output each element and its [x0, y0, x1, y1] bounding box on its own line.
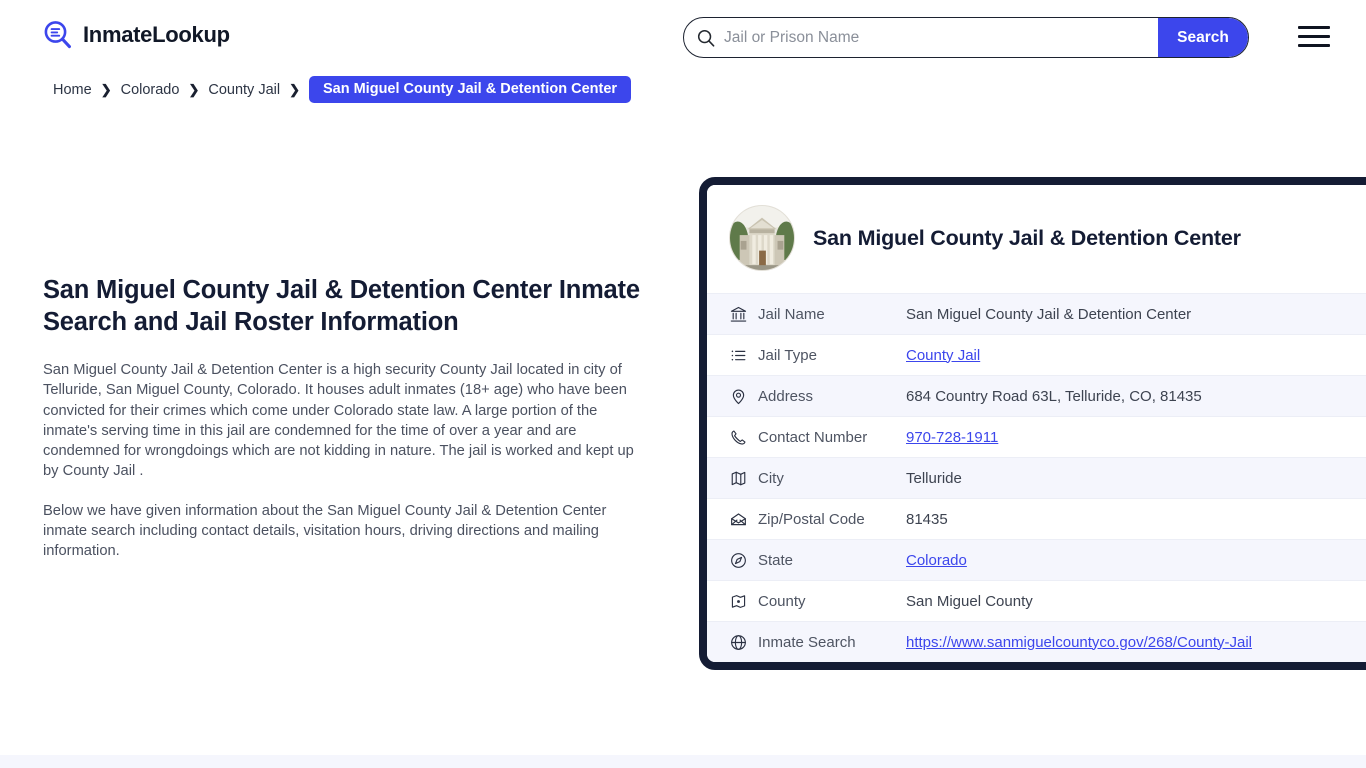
brand-name: InmateLookup: [83, 22, 230, 47]
hamburger-menu-icon[interactable]: [1298, 23, 1330, 49]
intro-paragraph-1: San Miguel County Jail & Detention Cente…: [43, 362, 634, 479]
table-row: Address 684 Country Road 63L, Telluride,…: [707, 375, 1366, 416]
table-row: Inmate Search https://www.sanmiguelcount…: [707, 621, 1366, 662]
brand-logo-link[interactable]: InmateLookup: [42, 19, 230, 51]
intro-paragraph-2: Below we have given information about th…: [43, 503, 607, 560]
bottom-strip: [0, 755, 1366, 768]
row-label: State: [758, 551, 794, 569]
row-value: San Miguel County: [906, 592, 1033, 610]
hamburger-bar: [1298, 34, 1330, 38]
envelope-icon: [729, 510, 748, 529]
row-value: Colorado: [906, 552, 1366, 569]
row-label: Zip/Postal Code: [758, 510, 865, 528]
row-label: City: [758, 469, 784, 487]
hamburger-bar: [1298, 43, 1330, 47]
hamburger-bar: [1298, 25, 1330, 29]
search-bar[interactable]: Search: [683, 17, 1249, 58]
row-value: 81435: [906, 510, 948, 528]
breadcrumb-item-current[interactable]: San Miguel County Jail & Detention Cente…: [308, 76, 632, 103]
contact-number-link[interactable]: 970-728-1911: [906, 429, 998, 446]
breadcrumb-item-home[interactable]: Home: [53, 82, 92, 98]
row-value: San Miguel County Jail & Detention Cente…: [906, 305, 1192, 323]
table-row: Jail Name San Miguel County Jail & Deten…: [707, 293, 1366, 334]
jail-info-card-header: San Miguel County Jail & Detention Cente…: [707, 185, 1366, 293]
globe-icon: [729, 633, 748, 652]
table-row: Contact Number 970-728-1911: [707, 416, 1366, 457]
list-icon: [729, 346, 748, 365]
breadcrumb-separator: ❯: [289, 82, 300, 97]
row-value: 684 Country Road 63L, Telluride, CO, 814…: [906, 387, 1202, 405]
search-input[interactable]: [715, 18, 1158, 57]
breadcrumb-item-colorado[interactable]: Colorado: [121, 82, 180, 98]
table-row: Zip/Postal Code 81435: [707, 498, 1366, 539]
table-row: County San Miguel County: [707, 580, 1366, 621]
row-value: https://www.sanmiguelcountyco.gov/268/Co…: [906, 634, 1366, 651]
county-map-icon: [729, 592, 748, 611]
compass-icon: [729, 551, 748, 570]
site-header: InmateLookup Search: [0, 0, 1366, 72]
state-link[interactable]: Colorado: [906, 552, 967, 569]
magnifier-list-icon: [42, 19, 74, 51]
table-row: State Colorado: [707, 539, 1366, 580]
row-value: Telluride: [906, 469, 962, 487]
row-label: Jail Name: [758, 305, 825, 323]
breadcrumb-separator: ❯: [100, 82, 112, 97]
phone-icon: [729, 428, 748, 447]
row-label: Address: [758, 387, 814, 405]
page-title: San Miguel County Jail & Detention Cente…: [43, 276, 640, 337]
row-label: Contact Number: [758, 428, 868, 446]
row-value: County Jail: [906, 347, 1366, 364]
bank-icon: [729, 305, 748, 324]
jail-info-table: Jail Name San Miguel County Jail & Deten…: [707, 293, 1366, 662]
row-value: 970-728-1911: [906, 429, 1366, 446]
breadcrumb: Home ❯ Colorado ❯ County Jail ❯ San Migu…: [53, 76, 632, 103]
search-button[interactable]: Search: [1158, 18, 1248, 57]
map-icon: [729, 469, 748, 488]
jail-info-card-title: San Miguel County Jail & Detention Cente…: [813, 225, 1241, 250]
page-root: InmateLookup Search Home ❯ Colorado ❯ Co…: [0, 0, 1366, 768]
row-label: County: [758, 592, 806, 610]
search-icon: [697, 29, 715, 47]
breadcrumb-separator: ❯: [188, 82, 200, 97]
location-pin-icon: [729, 387, 748, 406]
jail-type-link[interactable]: County Jail: [906, 347, 980, 364]
table-row: City Telluride: [707, 457, 1366, 498]
row-label: Jail Type: [758, 346, 817, 364]
table-row: Jail Type County Jail: [707, 334, 1366, 375]
row-label: Inmate Search: [758, 633, 856, 651]
breadcrumb-item-county-jail[interactable]: County Jail: [208, 82, 280, 98]
courthouse-photo: [729, 205, 795, 271]
jail-info-card: San Miguel County Jail & Detention Cente…: [699, 177, 1366, 670]
article-column: San Miguel County Jail & Detention Cente…: [43, 274, 643, 562]
inmate-search-link[interactable]: https://www.sanmiguelcountyco.gov/268/Co…: [906, 634, 1252, 651]
